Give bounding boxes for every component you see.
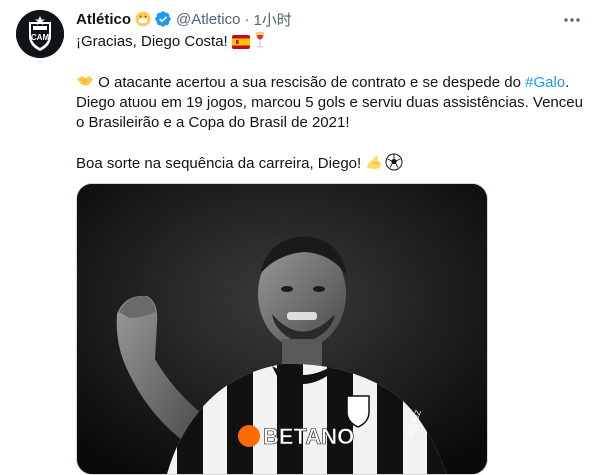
tweet-text-line: .: [565, 74, 570, 91]
author-handle[interactable]: @Atletico: [176, 11, 240, 28]
tweet-line-1: ¡Gracias, Diego Costa!: [76, 31, 586, 52]
soccer-ball-emoji-icon: [385, 153, 403, 171]
tweet-text-line: ¡Gracias, Diego Costa!: [76, 33, 232, 50]
club-crest-icon: CAM: [16, 10, 64, 58]
tweet-line-2: O atacante acertou a sua rescisão de con…: [76, 72, 586, 93]
tweet-line-5: Boa sorte na sequência da carreira, Dieg…: [76, 153, 586, 174]
tweet-line-3: Diego atuou em 19 jogos, marcou 5 gols e…: [76, 94, 583, 111]
svg-text:CAM: CAM: [31, 33, 50, 42]
tweet-header: Atlético @Atletico · 1小时: [76, 9, 292, 29]
tweet[interactable]: CAM Atlético @Atletico · 1小时 ¡Gracias, D…: [0, 0, 598, 475]
more-options-icon[interactable]: [560, 8, 584, 32]
tweet-photo[interactable]: BETANO MÉLIUZ: [76, 183, 488, 475]
shirt-sponsor-text: BETANO: [263, 424, 354, 449]
hashtag-galo[interactable]: #Galo: [525, 74, 565, 91]
tweet-line-4: o Brasileirão e a Copa do Brasil de 2021…: [76, 114, 350, 131]
tweet-text: ¡Gracias, Diego Costa! O atacante acerto…: [76, 31, 586, 174]
tweet-text-line: O atacante acertou a sua rescisão de con…: [94, 74, 526, 91]
mask-face-emoji-icon: [135, 11, 151, 27]
timestamp[interactable]: 1小时: [253, 9, 291, 30]
tweet-text-line: Boa sorte na sequência da carreira, Dieg…: [76, 155, 366, 172]
player-celebration-photo: BETANO MÉLIUZ: [77, 184, 487, 474]
verified-badge-icon: [154, 10, 172, 28]
avatar[interactable]: CAM: [16, 10, 64, 58]
wine-glass-emoji-icon: [254, 31, 272, 49]
author-name[interactable]: Atlético: [76, 11, 131, 28]
handshake-emoji-icon: [76, 72, 94, 90]
header-separator: ·: [244, 10, 250, 28]
flexed-biceps-emoji-icon: [365, 153, 383, 171]
spain-flag-emoji-icon: [231, 32, 250, 50]
